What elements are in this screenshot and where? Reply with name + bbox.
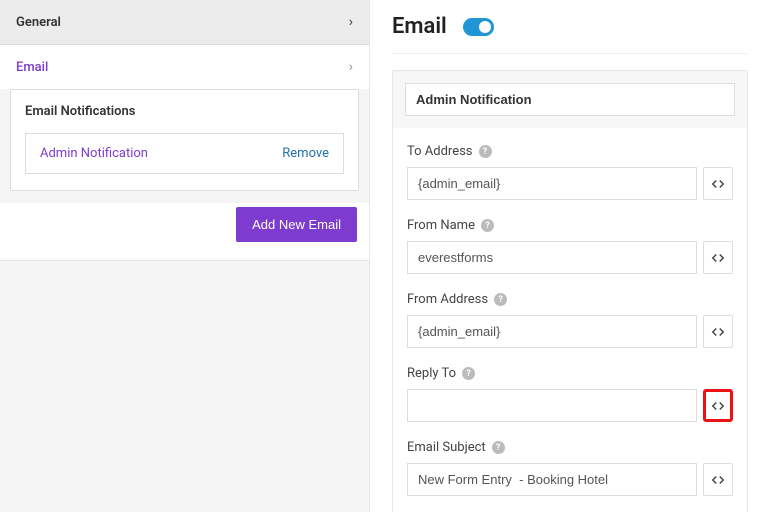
email-settings-panel: To Address ? From Name ? <box>392 70 748 512</box>
smart-tags-button[interactable] <box>703 315 733 348</box>
nav-general-label: General <box>16 15 61 30</box>
email-subject-label: Email Subject <box>407 440 486 455</box>
add-new-email-button[interactable]: Add New Email <box>236 207 357 242</box>
from-address-input[interactable] <box>407 315 697 348</box>
help-icon[interactable]: ? <box>492 441 505 454</box>
to-address-input[interactable] <box>407 167 697 200</box>
smart-tags-button[interactable] <box>703 167 733 200</box>
help-icon[interactable]: ? <box>479 145 492 158</box>
code-icon <box>711 473 725 487</box>
nav-general[interactable]: General › <box>0 0 369 45</box>
chevron-right-icon: › <box>349 14 353 30</box>
code-icon <box>711 399 725 413</box>
nav-email-label: Email <box>16 60 48 75</box>
notification-row[interactable]: Admin Notification Remove <box>25 133 344 174</box>
code-icon <box>711 177 725 191</box>
reply-to-label: Reply To <box>407 366 456 381</box>
notification-name-input[interactable] <box>405 83 735 116</box>
remove-link[interactable]: Remove <box>282 146 329 161</box>
help-icon[interactable]: ? <box>494 293 507 306</box>
from-name-label: From Name <box>407 218 475 233</box>
email-subject-input[interactable] <box>407 463 697 496</box>
email-notifications-card: Email Notifications Admin Notification R… <box>10 89 359 191</box>
from-name-input[interactable] <box>407 241 697 274</box>
page-title: Email <box>392 14 447 39</box>
from-address-label: From Address <box>407 292 488 307</box>
code-icon <box>711 251 725 265</box>
to-address-label: To Address <box>407 144 473 159</box>
sidebar-empty-area <box>0 261 369 512</box>
smart-tags-button[interactable] <box>703 241 733 274</box>
chevron-right-icon: › <box>349 59 353 75</box>
code-icon <box>711 325 725 339</box>
reply-to-input[interactable] <box>407 389 697 422</box>
nav-email[interactable]: Email › <box>0 45 369 89</box>
notification-name: Admin Notification <box>40 146 148 161</box>
help-icon[interactable]: ? <box>481 219 494 232</box>
smart-tags-button[interactable] <box>703 389 733 422</box>
email-notifications-heading: Email Notifications <box>25 104 344 119</box>
email-toggle[interactable] <box>463 18 494 36</box>
smart-tags-button[interactable] <box>703 463 733 496</box>
help-icon[interactable]: ? <box>462 367 475 380</box>
